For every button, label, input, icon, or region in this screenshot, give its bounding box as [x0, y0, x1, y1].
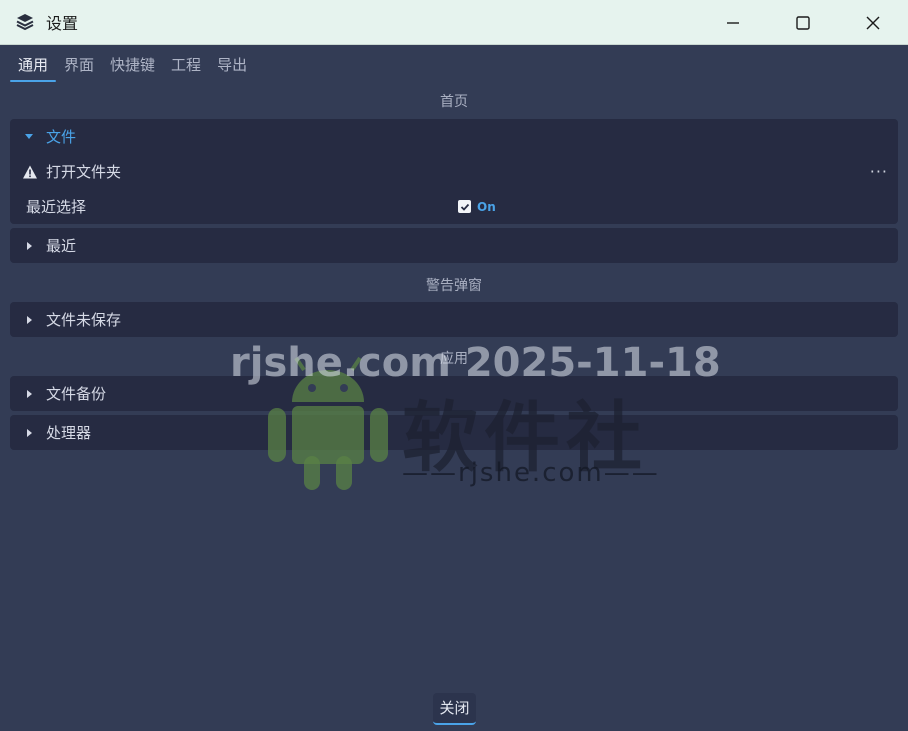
tab-project[interactable]: 工程 — [163, 48, 209, 82]
group-recent-header[interactable]: 最近 — [10, 228, 898, 263]
warning-icon — [23, 165, 37, 178]
maximize-button[interactable] — [768, 0, 838, 45]
window-controls — [698, 0, 908, 45]
more-options-icon[interactable]: ··· — [870, 162, 888, 181]
chevron-down-icon — [24, 132, 34, 142]
chevron-right-icon — [24, 389, 34, 399]
title-bar: 设置 — [0, 0, 908, 45]
toggle-state-label: On — [477, 199, 496, 214]
group-unsaved-header[interactable]: 文件未保存 — [10, 302, 898, 337]
group-unsaved-title: 文件未保存 — [46, 311, 122, 329]
group-backup-title: 文件备份 — [46, 385, 107, 403]
group-processor-header[interactable]: 处理器 — [10, 415, 898, 450]
section-header-home: 首页 — [440, 94, 468, 110]
tab-interface[interactable]: 界面 — [56, 48, 102, 82]
watermark-sub: ——rjshe.com—— — [402, 458, 660, 488]
group-unsaved[interactable]: 文件未保存 — [10, 302, 898, 337]
window-title: 设置 — [46, 14, 79, 33]
recent-select-toggle[interactable]: On — [458, 189, 496, 224]
tab-bar: 通用 界面 快捷键 工程 导出 — [0, 48, 255, 84]
checkbox-checked-icon[interactable] — [458, 200, 471, 213]
tab-general[interactable]: 通用 — [10, 48, 57, 82]
group-processor-title: 处理器 — [46, 424, 92, 442]
group-files: 文件 打开文件夹 ··· 最近选择 On — [10, 119, 898, 224]
setting-row-open-folder: 打开文件夹 ··· — [10, 154, 898, 189]
group-recent[interactable]: 最近 — [10, 228, 898, 263]
layers-icon — [14, 11, 36, 33]
minimize-icon — [727, 21, 739, 24]
tab-shortcuts[interactable]: 快捷键 — [102, 48, 163, 82]
section-header-alerts: 警告弹窗 — [426, 278, 482, 294]
setting-label-recent-select: 最近选择 — [26, 198, 87, 216]
maximize-icon — [796, 15, 810, 30]
group-recent-title: 最近 — [46, 237, 77, 255]
chevron-right-icon — [24, 241, 34, 251]
chevron-right-icon — [24, 428, 34, 438]
group-backup[interactable]: 文件备份 — [10, 376, 898, 411]
close-icon — [866, 16, 880, 29]
chevron-right-icon — [24, 315, 34, 325]
close-window-button[interactable] — [838, 0, 908, 45]
setting-row-recent-select: 最近选择 On — [10, 189, 898, 224]
section-header-app: 应用 — [440, 351, 468, 367]
group-backup-header[interactable]: 文件备份 — [10, 376, 898, 411]
close-button[interactable]: 关闭 — [433, 693, 476, 725]
tab-export[interactable]: 导出 — [209, 48, 255, 82]
group-files-title: 文件 — [46, 128, 77, 146]
group-files-header[interactable]: 文件 — [10, 119, 898, 154]
group-processor[interactable]: 处理器 — [10, 415, 898, 450]
setting-label-open-folder: 打开文件夹 — [46, 163, 122, 181]
minimize-button[interactable] — [698, 0, 768, 45]
